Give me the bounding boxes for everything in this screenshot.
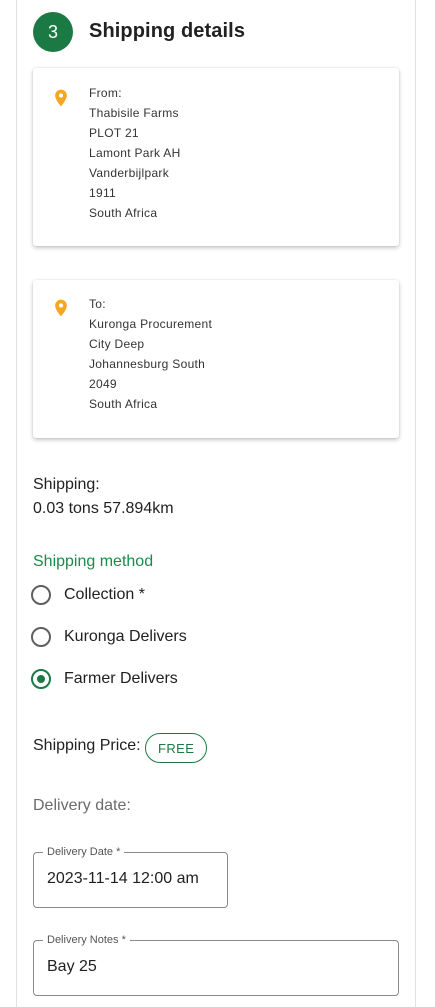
to-label: To: — [89, 297, 106, 311]
shipping-summary: 0.03 tons 57.894km — [33, 500, 174, 517]
to-line: Johannesburg South — [89, 357, 206, 371]
delivery-date-section-label: Delivery date: — [33, 797, 131, 814]
delivery-notes-value[interactable]: Bay 25 — [47, 958, 97, 976]
radio-label: Kuronga Delivers — [64, 628, 187, 645]
shipping-method-label: Shipping method — [33, 553, 154, 570]
from-address-card — [33, 68, 399, 246]
to-address: To: Kuronga Procurement City Deep Johann… — [89, 294, 212, 414]
location-pin-icon — [55, 299, 67, 317]
radio-label: Farmer Delivers — [64, 670, 178, 687]
to-line: Kuronga Procurement — [89, 317, 213, 331]
shipping-price-chip: FREE — [145, 733, 208, 763]
from-line: 1911 — [89, 186, 117, 200]
radio-label: Collection * — [64, 586, 145, 603]
radio-collection[interactable]: Collection * — [31, 582, 145, 608]
delivery-date-field[interactable]: Delivery Date * 2023-11-14 12:00 am — [33, 845, 228, 908]
delivery-notes-label: Delivery Notes * — [43, 933, 130, 947]
step-number-badge: 3 — [33, 12, 73, 52]
from-line: South Africa — [89, 206, 158, 220]
radio-farmer-delivers[interactable]: Farmer Delivers — [31, 666, 178, 692]
from-line: PLOT 21 — [89, 126, 139, 140]
radio-button-checked[interactable] — [31, 669, 51, 689]
delivery-notes-field[interactable]: Delivery Notes * Bay 25 — [33, 933, 399, 996]
to-address-card — [33, 280, 399, 438]
to-line: South Africa — [89, 397, 158, 411]
from-line: Lamont Park AH — [89, 146, 181, 160]
from-label: From: — [89, 86, 122, 100]
shipping-details-page: 3 Shipping details From: Thabisile Farms… — [0, 0, 435, 1007]
delivery-date-label: Delivery Date * — [43, 845, 125, 859]
from-line: Vanderbijlpark — [89, 166, 170, 180]
radio-button[interactable] — [31, 585, 51, 605]
shipping-label: Shipping: — [33, 476, 100, 493]
from-address: From: Thabisile Farms PLOT 21 Lamont Par… — [89, 83, 181, 223]
step-title: Shipping details — [89, 20, 246, 42]
delivery-date-value[interactable]: 2023-11-14 12:00 am — [47, 870, 199, 888]
step-number: 3 — [47, 21, 58, 42]
to-line: City Deep — [89, 337, 145, 351]
location-pin-icon — [55, 89, 67, 107]
from-line: Thabisile Farms — [89, 106, 179, 120]
radio-kuronga-delivers[interactable]: Kuronga Delivers — [31, 624, 187, 650]
shipping-price-label: Shipping Price: — [33, 737, 141, 754]
to-line: 2049 — [89, 377, 117, 391]
radio-button[interactable] — [31, 627, 51, 647]
